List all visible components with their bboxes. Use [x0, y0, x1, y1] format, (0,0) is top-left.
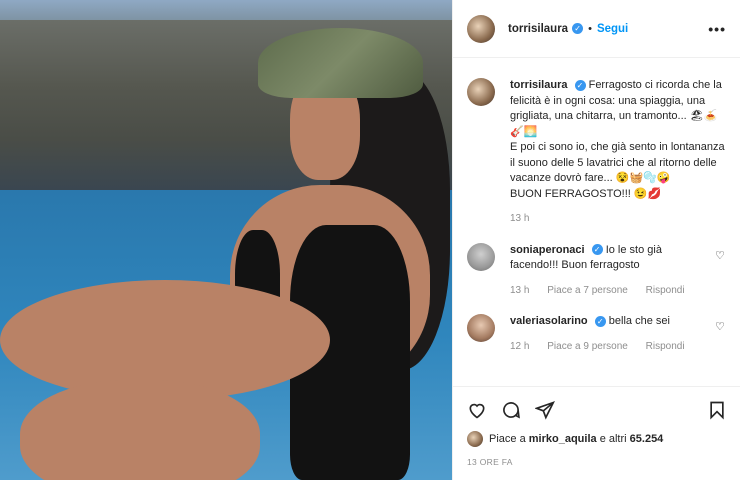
post-photo[interactable] [0, 0, 452, 480]
list-item: valeriasolarino ✓ bella che sei 12 h Pia… [453, 298, 740, 354]
post-actions: Piace a mirko_aquila e altri 65.254 13 O… [453, 386, 740, 467]
heart-icon[interactable]: ♡ [715, 320, 727, 354]
likes-user[interactable]: mirko_aquila [529, 433, 597, 445]
heart-icon[interactable]: ♡ [715, 249, 727, 299]
comment-time[interactable]: 13 h [510, 285, 529, 296]
avatar[interactable] [467, 314, 495, 342]
more-icon[interactable]: ••• [708, 21, 726, 37]
comments-list[interactable]: torrisilaura ✓ Ferragosto ci ricorda che… [453, 64, 740, 386]
comment-likes[interactable]: Piace a 9 persone [547, 341, 628, 352]
comment-likes[interactable]: Piace a 7 persone [547, 285, 628, 296]
caption-username[interactable]: torrisilaura [510, 79, 567, 91]
verified-badge-icon: ✓ [591, 244, 603, 256]
caption: torrisilaura ✓ Ferragosto ci ricorda che… [453, 64, 740, 227]
cap-shape [258, 28, 423, 98]
likes-prefix: Piace a [489, 433, 526, 445]
avatar[interactable] [467, 242, 495, 271]
header-username[interactable]: torrisilaura [508, 23, 568, 35]
share-icon[interactable] [535, 400, 555, 420]
comment-time[interactable]: 12 h [510, 341, 529, 352]
follow-button[interactable]: Segui [597, 23, 628, 35]
post-timestamp[interactable]: 13 ORE FA [467, 457, 727, 467]
likes-middle: e altri [599, 433, 627, 445]
caption-text-2: E poi ci sono io, che già sento in lonta… [510, 141, 725, 184]
separator-dot: • [588, 22, 592, 35]
comment-text: bella che sei [608, 315, 670, 327]
verified-badge-icon: ✓ [572, 23, 584, 34]
reply-button[interactable]: Rispondi [646, 341, 685, 352]
avatar[interactable] [467, 14, 495, 43]
list-item: soniaperonaci ✓ Io le sto già facendo!!!… [453, 227, 740, 299]
avatar[interactable] [467, 431, 483, 447]
heart-icon[interactable] [467, 400, 487, 420]
likes-summary: Piace a mirko_aquila e altri 65.254 [467, 431, 727, 447]
comment-username[interactable]: soniaperonaci [510, 244, 585, 256]
leg-lower-shape [20, 380, 260, 480]
verified-badge-icon: ✓ [574, 79, 586, 91]
comment-icon[interactable] [501, 400, 521, 420]
verified-badge-icon: ✓ [594, 315, 606, 327]
comment-username[interactable]: valeriasolarino [510, 315, 588, 327]
caption-time[interactable]: 13 h [510, 213, 529, 224]
avatar[interactable] [467, 78, 495, 106]
likes-count[interactable]: 65.254 [630, 433, 664, 445]
bookmark-icon[interactable] [707, 400, 727, 420]
post-side-panel: torrisilaura ✓ • Segui ••• torrisilaura … [452, 0, 740, 480]
post-header: torrisilaura ✓ • Segui ••• [453, 0, 740, 58]
caption-text-3: BUON FERRAGOSTO!!! 😉💋 [510, 187, 662, 200]
reply-button[interactable]: Rispondi [646, 285, 685, 296]
